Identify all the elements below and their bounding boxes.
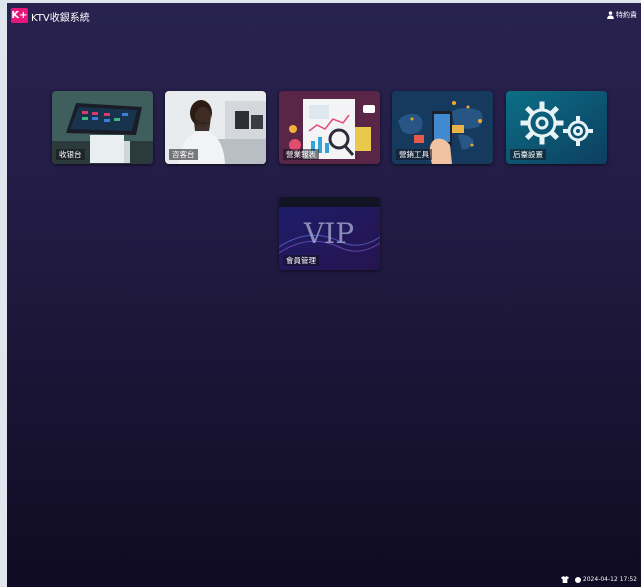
shirt-icon [561, 576, 569, 583]
tile-label: 收银台 [56, 149, 85, 160]
app-title: KTV收銀系統 [31, 13, 90, 24]
tile-marketing[interactable]: 營銷工具 [392, 91, 493, 164]
current-datetime: 2024-04-12 17:52 [582, 576, 637, 583]
app-window: K+ KTV收銀系統 特約貴 收银台 咨客台 營業報表 營銷工具 后臺設置 VI… [7, 3, 641, 587]
user-menu[interactable]: 特約貴 [607, 10, 637, 20]
user-name: 特約貴 [616, 11, 637, 19]
tile-members[interactable]: VIP 會員管理 [279, 197, 380, 270]
tile-label: 會員管理 [283, 255, 319, 266]
tile-reports[interactable]: 營業報表 [279, 91, 380, 164]
app-logo: K+ [11, 8, 28, 23]
clock-icon [574, 576, 581, 583]
tile-label: 后臺設置 [510, 149, 546, 160]
status-footer: 2024-04-12 17:52 [561, 576, 637, 583]
tile-label: 營銷工具 [396, 149, 432, 160]
tile-label: 咨客台 [169, 149, 198, 160]
user-icon [607, 11, 614, 19]
tile-reception[interactable]: 咨客台 [165, 91, 266, 164]
tile-label: 營業報表 [283, 149, 319, 160]
top-bar: K+ KTV收銀系統 特約貴 [7, 3, 641, 27]
tile-settings[interactable]: 后臺設置 [506, 91, 607, 164]
tile-cashier[interactable]: 收银台 [52, 91, 153, 164]
vip-text: VIP [303, 217, 354, 250]
